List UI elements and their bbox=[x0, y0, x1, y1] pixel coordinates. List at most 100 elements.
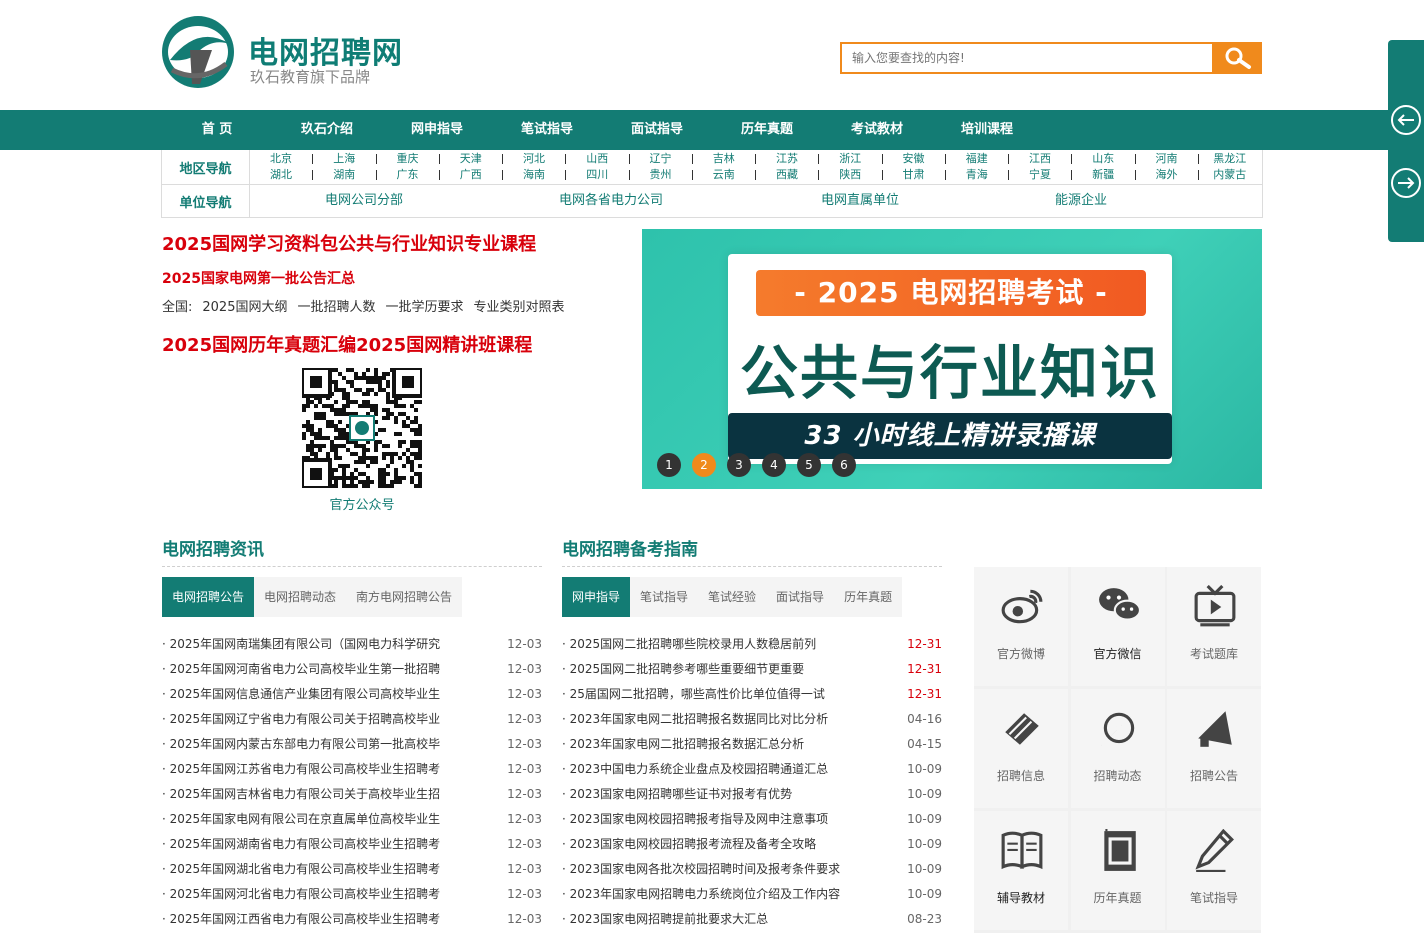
list-item[interactable]: · 2023国家电网招聘哪些证书对报考有优势 10-09 bbox=[562, 782, 942, 807]
province-link[interactable]: 安徽 bbox=[883, 151, 945, 167]
nav-interview[interactable]: 面试指导 bbox=[602, 110, 712, 150]
promo-banner[interactable]: - 2025 电网招聘考试 - 公共与行业知识 33 小时线上精讲录播课 123… bbox=[642, 229, 1262, 489]
list-item-title[interactable]: · 2025年国网吉林省电力有限公司关于高校毕业生招 bbox=[162, 782, 492, 807]
quick-link-book[interactable]: 辅导教材 bbox=[974, 811, 1068, 930]
province-link[interactable]: 上海 bbox=[313, 151, 375, 167]
list-item-title[interactable]: · 2025年国网南瑞集团有限公司（国网电力科学研究 bbox=[162, 632, 492, 657]
quick-link-megaphone[interactable]: 招聘公告 bbox=[1167, 689, 1261, 808]
list-item[interactable]: · 2025国网二批招聘参考哪些重要细节更重要 12-31 bbox=[562, 657, 942, 682]
province-link[interactable]: 湖北 bbox=[250, 167, 312, 183]
list-item[interactable]: · 2025年国网江西省电力有限公司高校毕业生招聘考 12-03 bbox=[162, 907, 542, 932]
carousel-dot[interactable]: 4 bbox=[762, 453, 786, 477]
promo-past-exams[interactable]: 2025国网历年真题汇编 bbox=[162, 335, 356, 356]
tab-past-exams[interactable]: 历年真题 bbox=[834, 577, 902, 617]
list-item[interactable]: · 2025年国网江苏省电力有限公司高校毕业生招聘考 12-03 bbox=[162, 757, 542, 782]
carousel-dot[interactable]: 2 bbox=[692, 453, 716, 477]
province-link[interactable]: 河北 bbox=[503, 151, 565, 167]
province-link[interactable]: 河南 bbox=[1136, 151, 1198, 167]
list-item[interactable]: · 2023年国家电网招聘电力系统岗位介绍及工作内容 10-09 bbox=[562, 882, 942, 907]
promo-study-pack[interactable]: 2025国网学习资料包 bbox=[162, 234, 338, 255]
unit-link-provincial[interactable]: 电网各省电力公司 bbox=[559, 185, 663, 217]
list-item[interactable]: · 2025年国网信息通信产业集团有限公司高校毕业生 12-03 bbox=[162, 682, 542, 707]
promo-major-table[interactable]: 专业类别对照表 bbox=[474, 300, 565, 315]
province-link[interactable]: 新疆 bbox=[1072, 167, 1134, 183]
arrow-right-icon[interactable] bbox=[1390, 167, 1422, 199]
arrow-left-icon[interactable] bbox=[1390, 104, 1422, 136]
list-item-title[interactable]: · 2023国家电网校园招聘报考指导及网申注意事项 bbox=[562, 807, 892, 832]
list-item-title[interactable]: · 2025国网二批招聘哪些院校录用人数稳居前列 bbox=[562, 632, 892, 657]
quick-link-notebook[interactable]: 历年真题 bbox=[1070, 811, 1165, 930]
unit-link-direct[interactable]: 电网直属单位 bbox=[821, 185, 899, 217]
province-link[interactable]: 天津 bbox=[440, 151, 502, 167]
province-link[interactable]: 海外 bbox=[1136, 167, 1198, 183]
province-link[interactable]: 山东 bbox=[1072, 151, 1134, 167]
list-item[interactable]: · 2023国家电网各批次校园招聘时间及报考条件要求 10-09 bbox=[562, 857, 942, 882]
tab-interview-guide[interactable]: 面试指导 bbox=[766, 577, 834, 617]
province-link[interactable]: 浙江 bbox=[819, 151, 881, 167]
province-link[interactable]: 贵州 bbox=[630, 167, 692, 183]
province-link[interactable]: 西藏 bbox=[756, 167, 818, 183]
unit-link-energy[interactable]: 能源企业 bbox=[1055, 185, 1107, 217]
nav-about[interactable]: 玖石介绍 bbox=[272, 110, 382, 150]
promo-outline[interactable]: 2025国网大纲 bbox=[202, 300, 287, 315]
province-link[interactable]: 海南 bbox=[503, 167, 565, 183]
list-item[interactable]: · 2025国网二批招聘哪些院校录用人数稳居前列 12-31 bbox=[562, 632, 942, 657]
carousel-dot[interactable]: 6 bbox=[832, 453, 856, 477]
province-link[interactable]: 福建 bbox=[946, 151, 1008, 167]
list-item-title[interactable]: · 2023年国家电网招聘电力系统岗位介绍及工作内容 bbox=[562, 882, 892, 907]
unit-link-branches[interactable]: 电网公司分部 bbox=[325, 185, 403, 217]
tab-dynamics[interactable]: 电网招聘动态 bbox=[254, 577, 346, 617]
promo-education[interactable]: 一批学历要求 bbox=[386, 300, 464, 315]
nav-online-apply[interactable]: 网申指导 bbox=[382, 110, 492, 150]
list-item[interactable]: · 2023年国家电网二批招聘报名数据同比对比分析 04-16 bbox=[562, 707, 942, 732]
promo-headcount[interactable]: 一批招聘人数 bbox=[297, 300, 375, 315]
list-item-title[interactable]: · 2025年国网河南省电力公司高校毕业生第一批招聘 bbox=[162, 657, 492, 682]
province-link[interactable]: 北京 bbox=[250, 151, 312, 167]
province-link[interactable]: 内蒙古 bbox=[1199, 167, 1261, 183]
province-link[interactable]: 四川 bbox=[566, 167, 628, 183]
search-input[interactable] bbox=[840, 42, 1214, 74]
tab-southern-grid[interactable]: 南方电网招聘公告 bbox=[346, 577, 462, 617]
nav-textbooks[interactable]: 考试教材 bbox=[822, 110, 932, 150]
nav-courses[interactable]: 培训课程 bbox=[932, 110, 1042, 150]
tab-online-apply[interactable]: 网申指导 bbox=[562, 577, 631, 617]
list-item-title[interactable]: · 2023国家电网各批次校园招聘时间及报考条件要求 bbox=[562, 857, 892, 882]
quick-link-tv[interactable]: 考试题库 bbox=[1167, 567, 1261, 686]
list-item[interactable]: · 2023年国家电网二批招聘报名数据汇总分析 04-15 bbox=[562, 732, 942, 757]
list-item-title[interactable]: · 2025年国网内蒙古东部电力有限公司第一批高校毕 bbox=[162, 732, 492, 757]
province-link[interactable]: 辽宁 bbox=[630, 151, 692, 167]
province-link[interactable]: 江西 bbox=[1009, 151, 1071, 167]
province-link[interactable]: 黑龙江 bbox=[1199, 151, 1261, 167]
promo-public-course[interactable]: 公共与行业知识专业课程 bbox=[338, 234, 536, 255]
list-item[interactable]: · 2025年国网吉林省电力有限公司关于高校毕业生招 12-03 bbox=[162, 782, 542, 807]
site-logo[interactable]: 电网招聘网 玖石教育旗下品牌 bbox=[160, 14, 420, 94]
nav-home[interactable]: 首 页 bbox=[162, 110, 272, 150]
province-link[interactable]: 江苏 bbox=[756, 151, 818, 167]
province-link[interactable]: 吉林 bbox=[693, 151, 755, 167]
quick-link-pencil[interactable]: 笔试指导 bbox=[1167, 811, 1261, 930]
list-item-title[interactable]: · 2025年国网江苏省电力有限公司高校毕业生招聘考 bbox=[162, 757, 492, 782]
list-item-title[interactable]: · 2025年国网信息通信产业集团有限公司高校毕业生 bbox=[162, 682, 492, 707]
list-item-title[interactable]: · 2025年国家电网有限公司在京直属单位高校毕业生 bbox=[162, 807, 492, 832]
province-link[interactable]: 甘肃 bbox=[883, 167, 945, 183]
list-item-title[interactable]: · 2023中国电力系统企业盘点及校园招聘通道汇总 bbox=[562, 757, 892, 782]
tab-written-guide[interactable]: 笔试指导 bbox=[630, 577, 698, 617]
list-item[interactable]: · 2025年国网辽宁省电力有限公司关于招聘高校毕业 12-03 bbox=[162, 707, 542, 732]
quick-link-weibo[interactable]: 官方微博 bbox=[974, 567, 1068, 686]
tab-written-experience[interactable]: 笔试经验 bbox=[698, 577, 766, 617]
province-link[interactable]: 山西 bbox=[566, 151, 628, 167]
list-item[interactable]: · 2025年国网内蒙古东部电力有限公司第一批高校毕 12-03 bbox=[162, 732, 542, 757]
province-link[interactable]: 宁夏 bbox=[1009, 167, 1071, 183]
nav-written-test[interactable]: 笔试指导 bbox=[492, 110, 602, 150]
nav-past-exams[interactable]: 历年真题 bbox=[712, 110, 822, 150]
list-item-title[interactable]: · 2023国家电网招聘提前批要求大汇总 bbox=[562, 907, 892, 932]
province-link[interactable]: 青海 bbox=[946, 167, 1008, 183]
province-link[interactable]: 陕西 bbox=[819, 167, 881, 183]
list-item-title[interactable]: · 2023国家电网校园招聘报考流程及备考全攻略 bbox=[562, 832, 892, 857]
province-link[interactable]: 重庆 bbox=[377, 151, 439, 167]
list-item[interactable]: · 2023中国电力系统企业盘点及校园招聘通道汇总 10-09 bbox=[562, 757, 942, 782]
list-item-title[interactable]: · 25届国网二批招聘，哪些高性价比单位值得一试 bbox=[562, 682, 892, 707]
carousel-dot[interactable]: 3 bbox=[727, 453, 751, 477]
list-item[interactable]: · 2025年国网湖北省电力有限公司高校毕业生招聘考 12-03 bbox=[162, 857, 542, 882]
search-button[interactable] bbox=[1212, 42, 1262, 74]
